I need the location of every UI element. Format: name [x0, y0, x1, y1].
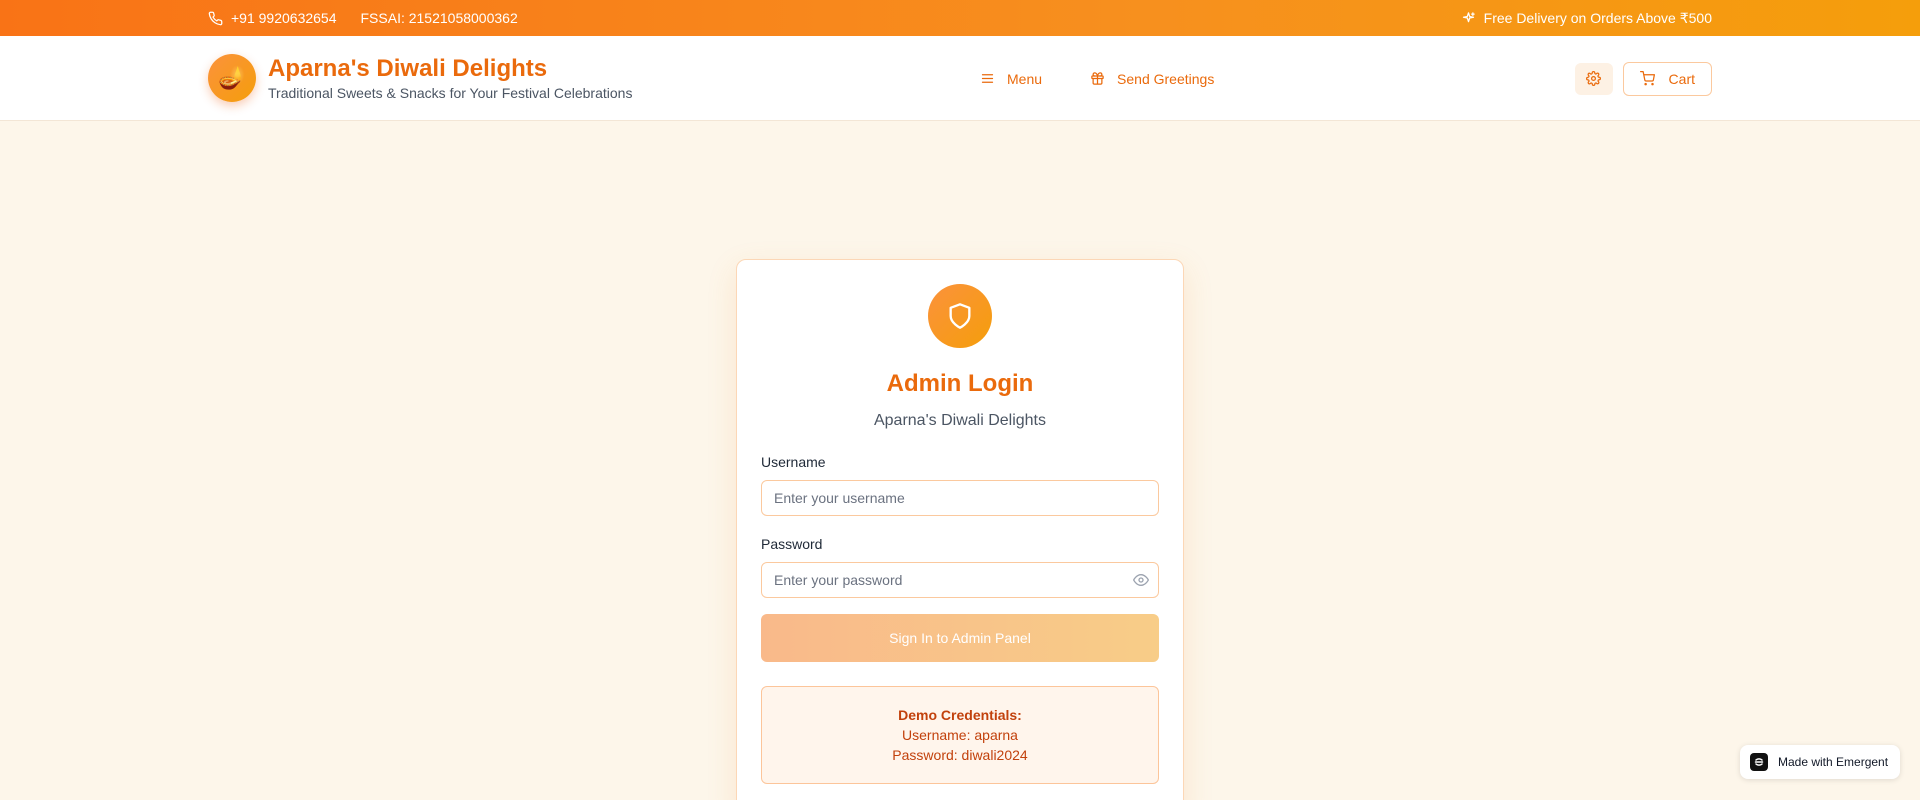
phone-contact[interactable]: +91 9920632654	[208, 10, 337, 26]
made-with-emergent-badge[interactable]: Made with Emergent	[1740, 745, 1901, 779]
username-input[interactable]	[761, 480, 1159, 516]
gear-icon	[1586, 71, 1601, 86]
main-nav: Menu Send Greetings	[980, 36, 1214, 121]
username-label: Username	[761, 454, 826, 470]
admin-login-card: Admin Login Aparna's Diwali Delights Use…	[736, 259, 1184, 800]
nav-send-greetings[interactable]: Send Greetings	[1090, 71, 1214, 87]
site-title: Aparna's Diwali Delights	[268, 55, 548, 82]
emergent-logo-icon	[1750, 753, 1768, 771]
nav-send-greetings-label: Send Greetings	[1117, 70, 1215, 87]
site-subtitle: Traditional Sweets & Snacks for Your Fes…	[268, 85, 633, 101]
delivery-promo: Free Delivery on Orders Above ₹500	[1461, 10, 1712, 27]
diya-icon: 🪔	[208, 54, 256, 102]
nav-menu[interactable]: Menu	[980, 71, 1042, 87]
gift-icon	[1091, 72, 1104, 85]
shield-badge	[928, 284, 992, 348]
brand[interactable]: 🪔 Aparna's Diwali Delights Traditional S…	[208, 54, 632, 102]
menu-icon	[981, 74, 994, 83]
top-info-bar: +91 9920632654 FSSAI: 21521058000362 Fre…	[0, 0, 1920, 36]
username-field-wrap	[761, 480, 1159, 516]
promo-text: Free Delivery on Orders Above ₹500	[1483, 9, 1712, 26]
header-actions: Cart	[1574, 36, 1712, 121]
nav-menu-label: Menu	[1007, 70, 1043, 87]
cart-icon	[1639, 71, 1655, 86]
demo-password: Password: diwali2024	[892, 747, 1028, 763]
sparkles-icon	[1462, 11, 1475, 22]
fssai-number: FSSAI: 21521058000362	[360, 10, 518, 26]
login-title: Admin Login	[886, 370, 1034, 397]
demo-credentials: Demo Credentials: Username: aparna Passw…	[761, 686, 1159, 784]
phone-number: +91 9920632654	[231, 10, 337, 26]
eye-icon[interactable]	[1133, 572, 1149, 588]
cart-button[interactable]: Cart	[1622, 61, 1712, 96]
phone-icon	[208, 11, 223, 25]
demo-title: Demo Credentials:	[898, 707, 1022, 723]
badge-label: Made with Emergent	[1778, 755, 1889, 769]
password-label: Password	[761, 536, 823, 552]
site-header: 🪔 Aparna's Diwali Delights Traditional S…	[0, 36, 1920, 121]
login-subtitle: Aparna's Diwali Delights	[873, 412, 1046, 429]
password-input[interactable]	[761, 562, 1159, 598]
settings-button[interactable]	[1574, 62, 1613, 95]
sign-in-button[interactable]: Sign In to Admin Panel	[761, 614, 1159, 662]
cart-label: Cart	[1668, 70, 1695, 87]
shield-icon	[949, 303, 971, 329]
demo-username: Username: aparna	[902, 727, 1018, 743]
password-field-wrap	[761, 562, 1159, 598]
